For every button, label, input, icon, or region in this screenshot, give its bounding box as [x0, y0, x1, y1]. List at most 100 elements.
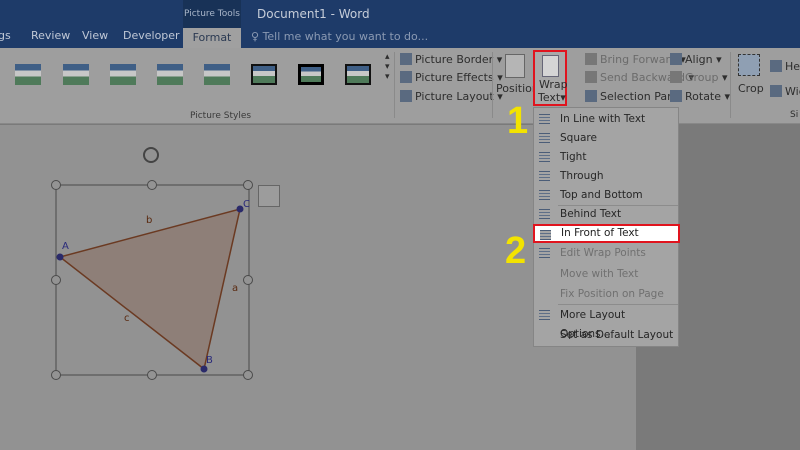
tell-me-search[interactable]: ♀ Tell me what you want to do... [251, 30, 428, 43]
wrap-option-icon [539, 133, 550, 143]
wrap-menu-item[interactable]: Through [534, 167, 678, 186]
step-marker-2: 2 [505, 230, 527, 272]
side-b: b [146, 215, 152, 226]
tab-mailings[interactable]: gs [0, 29, 11, 42]
crop-button[interactable]: Crop [738, 82, 764, 95]
wrap-menu-item[interactable]: Square [534, 129, 678, 148]
label-c: C [243, 199, 250, 210]
label-b: B [206, 355, 213, 366]
picture-style-1[interactable] [15, 64, 41, 85]
resize-handle[interactable] [51, 275, 61, 285]
layout-options-icon[interactable] [258, 185, 280, 207]
side-c: c [124, 313, 130, 324]
resize-handle[interactable] [51, 180, 61, 190]
divider [394, 52, 395, 118]
picture-styles-group-label: Picture Styles [190, 111, 252, 121]
wrap-option-icon [539, 171, 550, 181]
divider [492, 52, 493, 118]
menu-item-label: In Line with Text [560, 113, 646, 125]
resize-handle[interactable] [147, 180, 157, 190]
selection-pane-button[interactable]: Selection Pane [585, 90, 681, 103]
wrap-menu-item[interactable]: Set as Default Layout [534, 326, 678, 345]
wrap-option-icon [539, 190, 550, 200]
picture-effects-icon [400, 71, 412, 83]
rotate-icon [670, 90, 682, 102]
menu-item-label: Fix Position on Page [560, 288, 664, 300]
lightbulb-icon: ♀ [251, 30, 263, 43]
height-field[interactable]: Heig [770, 60, 800, 73]
wrap-option-icon [539, 152, 550, 162]
picture-border-button[interactable]: Picture Border ▾ [400, 53, 502, 66]
picture-border-icon [400, 53, 412, 65]
wrap-option-icon [539, 310, 550, 320]
menu-item-label: Behind Text [560, 208, 622, 220]
rotate-handle-icon[interactable] [143, 147, 159, 163]
menu-item-label: Edit Wrap Points [560, 247, 646, 259]
picture-style-7[interactable] [298, 64, 324, 85]
wrap-menu-item[interactable]: In Front of Text [533, 224, 680, 243]
menu-item-label: In Front of Text [561, 227, 639, 239]
resize-handle[interactable] [147, 370, 157, 380]
triangle-picture[interactable]: A B C a b c [40, 145, 340, 405]
menu-item-label: Top and Bottom [560, 189, 643, 201]
vertex-a [56, 253, 64, 261]
wrap-option-icon [539, 114, 550, 124]
tab-format[interactable]: Format [183, 28, 241, 48]
label-a: A [62, 241, 69, 252]
menu-item-label: Tight [560, 151, 587, 163]
menu-item-label: Move with Text [560, 268, 639, 280]
tell-me-text: Tell me what you want to do... [262, 30, 429, 43]
picture-style-6[interactable] [251, 64, 277, 85]
align-button[interactable]: Align ▾ [670, 53, 722, 66]
width-field[interactable]: Wid [770, 85, 800, 98]
send-backward-icon [585, 71, 597, 83]
menu-item-label: Square [560, 132, 597, 144]
wrap-text-label: Wrap [539, 78, 568, 91]
resize-handle[interactable] [243, 275, 253, 285]
picture-layout-button[interactable]: Picture Layout ▾ [400, 90, 503, 103]
picture-style-8[interactable] [345, 64, 371, 85]
tab-review[interactable]: Review [31, 29, 70, 42]
wrap-text-icon [542, 55, 559, 77]
wrap-text-menu: In Line with Text Square Tight Through Top a… [533, 107, 680, 347]
triangle-shape [58, 207, 242, 371]
wrap-menu-item[interactable]: Top and Bottom [534, 186, 678, 205]
size-group-label: Si [790, 110, 799, 120]
position-icon [505, 54, 525, 78]
wrap-menu-item[interactable]: In Line with Text [534, 110, 678, 129]
tab-view[interactable]: View [82, 29, 108, 42]
wrap-menu-item[interactable]: More Layout Options... [534, 306, 678, 340]
picture-style-3[interactable] [110, 64, 136, 85]
picture-style-4[interactable] [157, 64, 183, 85]
wrap-option-icon [539, 248, 550, 258]
wrap-menu-item: Edit Wrap Points [534, 244, 678, 263]
wrap-option-icon [540, 230, 551, 240]
vertex-b [200, 365, 208, 373]
resize-handle[interactable] [51, 370, 61, 380]
wrap-option-icon [539, 209, 550, 219]
title-bar: Picture Tools Document1 - Word gs Review… [0, 0, 800, 48]
gallery-scroll[interactable]: ▴ ▾ ▾ [385, 52, 390, 82]
rotate-button[interactable]: Rotate ▾ [670, 90, 730, 103]
side-a: a [232, 283, 238, 294]
wrap-menu-item[interactable]: Tight [534, 148, 678, 167]
wrap-text-button[interactable]: Wrap Text▾ [533, 50, 568, 106]
menu-item-label: Through [560, 170, 604, 182]
ribbon: ▴ ▾ ▾ Picture Styles Picture Border ▾ Pict… [0, 48, 800, 124]
picture-tools-label: Picture Tools [183, 0, 241, 28]
picture-style-2[interactable] [63, 64, 89, 85]
picture-effects-button[interactable]: Picture Effects ▾ [400, 71, 503, 84]
resize-handle[interactable] [243, 370, 253, 380]
step-marker-1: 1 [507, 100, 529, 142]
picture-layout-icon [400, 90, 412, 102]
group-button[interactable]: Group ▾ [670, 71, 728, 84]
wrap-menu-item[interactable]: Behind Text [534, 205, 678, 224]
wrap-menu-item: Move with Text [534, 265, 678, 284]
bring-forward-icon [585, 53, 597, 65]
group-icon [670, 71, 682, 83]
resize-handle[interactable] [243, 180, 253, 190]
width-icon [770, 85, 782, 97]
picture-style-5[interactable] [204, 64, 230, 85]
tab-developer[interactable]: Developer [123, 29, 180, 42]
menu-item-label: Set as Default Layout [560, 329, 674, 341]
